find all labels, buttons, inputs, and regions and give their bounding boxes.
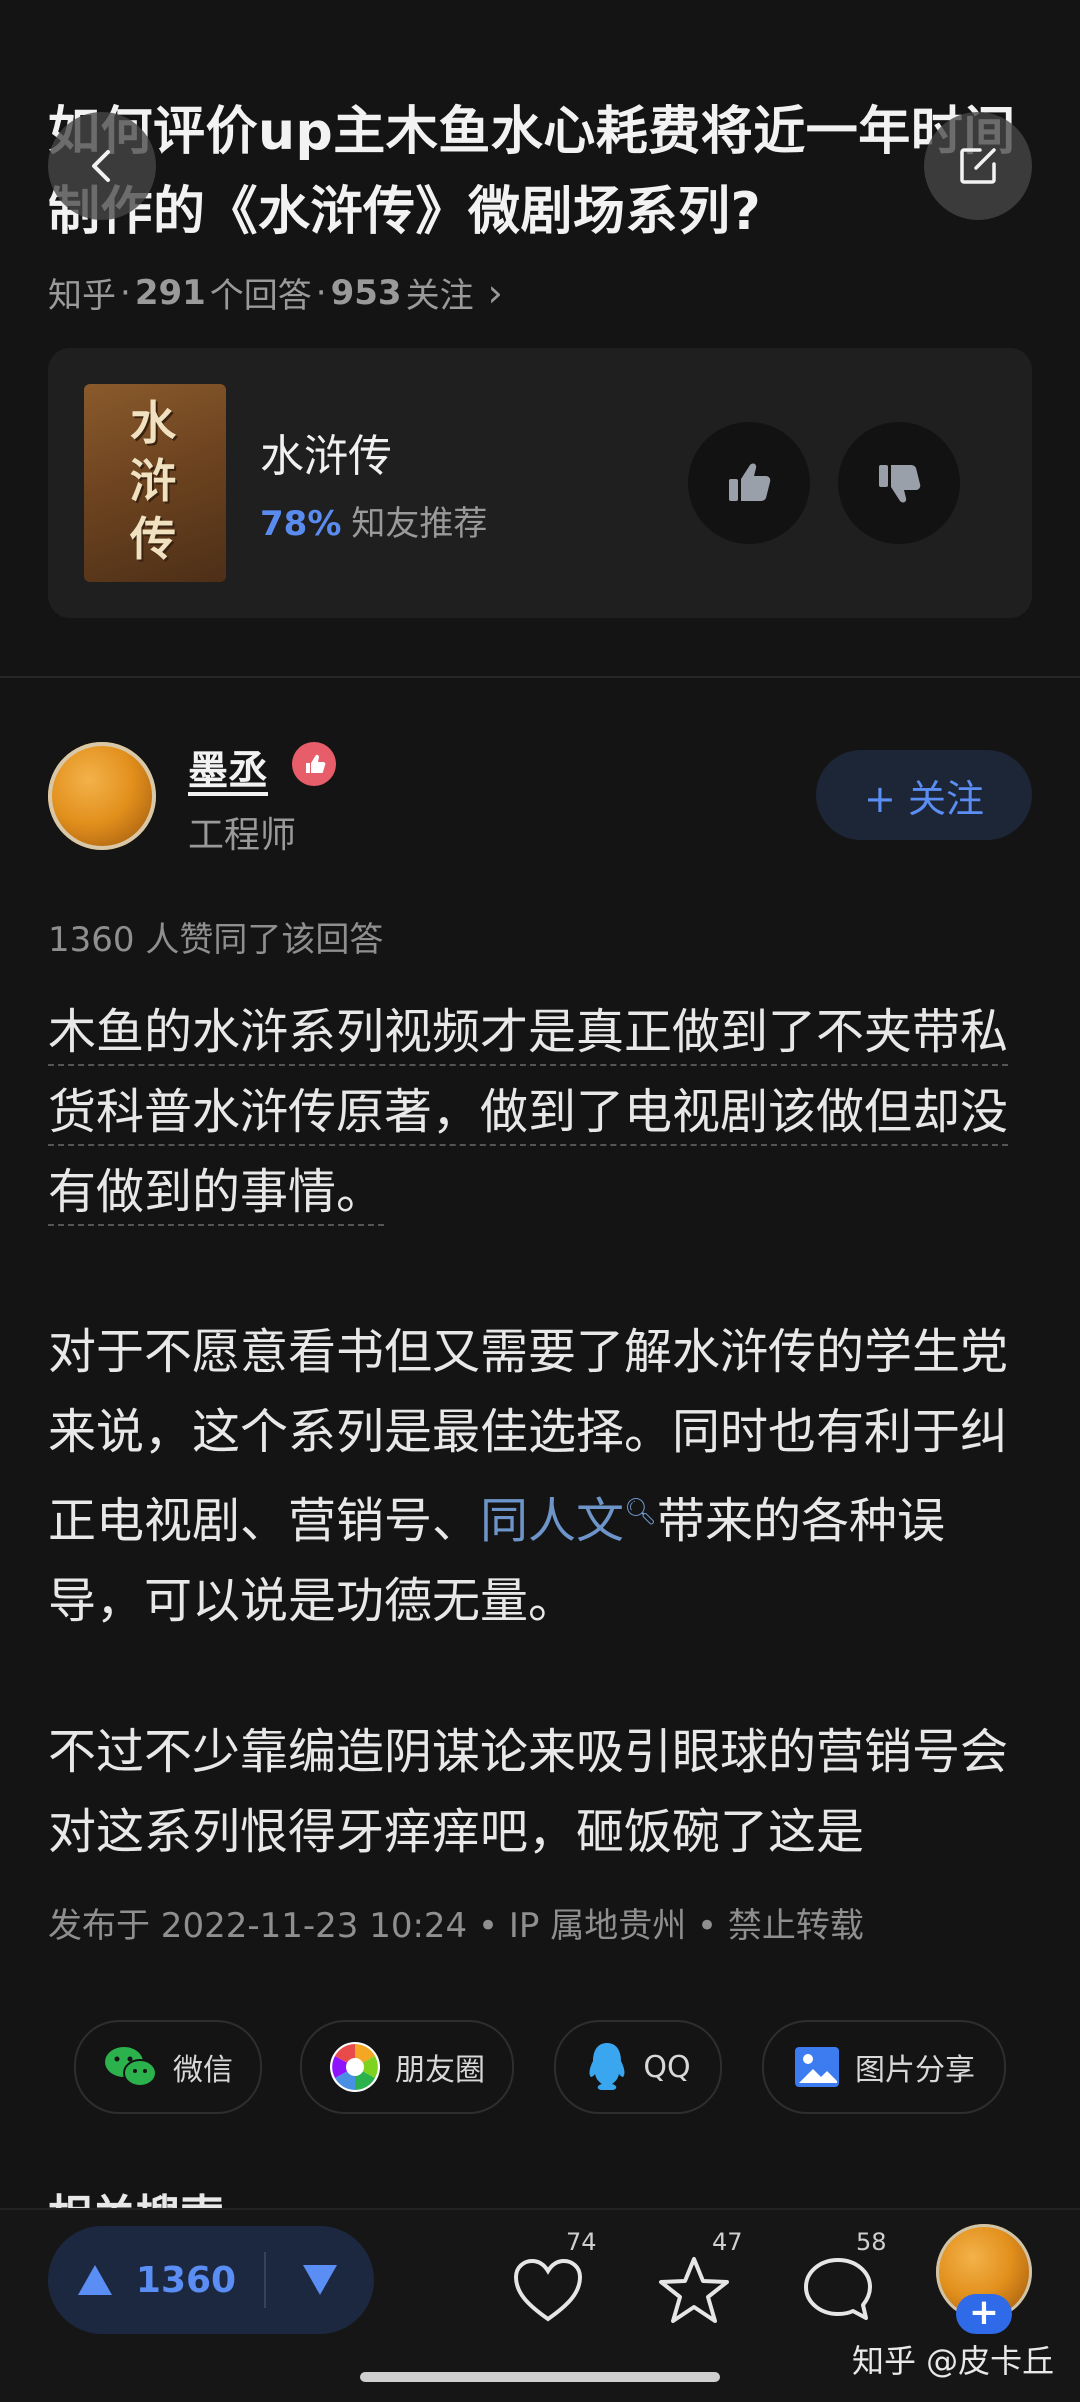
book-dislike-button[interactable]	[838, 422, 960, 544]
favorite-count: 47	[712, 2228, 743, 2256]
section-divider	[0, 676, 1080, 678]
follow-count: 953	[330, 272, 402, 313]
edit-icon	[960, 148, 996, 184]
book-cover-title: 水浒传	[130, 396, 176, 566]
moments-icon	[330, 2042, 380, 2092]
book-card[interactable]: 水浒传 水浒传 78% 知友推荐	[48, 348, 1032, 618]
answer-paragraph-1: 木鱼的水浒系列视频才是真正做到了不夹带私货科普水浒传原著，做到了电视剧该做但却没…	[48, 992, 1032, 1232]
search-link-icon: 🔍︎	[624, 1497, 658, 1527]
share-image-button[interactable]: 图片分享	[762, 2020, 1006, 2114]
recommend-percent: 78%	[260, 504, 342, 544]
question-title: 如何评价up主木鱼水心耗费将近一年时间制作的《水浒传》微剧场系列?	[48, 102, 1016, 242]
recommend-label: 知友推荐	[351, 504, 488, 544]
book-cover: 水浒传	[84, 384, 226, 582]
thumb-up-icon	[729, 463, 771, 501]
author-avatar[interactable]	[48, 742, 156, 850]
comment-count: 58	[856, 2228, 887, 2256]
meta-dot: ·	[120, 272, 131, 313]
wechat-icon	[105, 2047, 157, 2087]
star-icon	[659, 2257, 729, 2323]
chevron-right-icon: ›	[487, 270, 503, 315]
back-button[interactable]	[48, 112, 156, 220]
author-title: 工程师	[188, 815, 297, 856]
share-qq-button[interactable]: QQ	[554, 2020, 722, 2114]
share-moments-button[interactable]: 朋友圈	[300, 2020, 514, 2114]
follow-count-label: 关注	[405, 276, 474, 316]
author-name[interactable]: 墨丞	[188, 738, 268, 796]
downvote-icon	[303, 2265, 337, 2295]
agree-count-line: 1360 人赞同了该回答	[48, 920, 384, 960]
book-like-button[interactable]	[688, 422, 810, 544]
answer-count: 291	[134, 272, 206, 313]
answer-paragraph-2: 对于不愿意看书但又需要了解水浒传的学生党来说，这个系列是最佳选择。同时也有利于纠…	[48, 1312, 1032, 1641]
badge-icon	[292, 742, 336, 786]
search-link[interactable]: 同人文	[480, 1493, 624, 1549]
share-moments-label: 朋友圈	[395, 2053, 485, 2088]
upvote-icon	[77, 2265, 112, 2295]
qq-icon	[589, 2043, 625, 2090]
meta-dot: ·	[315, 272, 327, 313]
thumb-down-icon	[879, 465, 921, 503]
share-image-label: 图片分享	[855, 2053, 975, 2088]
share-qq-label: QQ	[643, 2049, 691, 2085]
upvote-button[interactable]: 1360	[48, 2226, 264, 2334]
heart-icon	[513, 2258, 583, 2322]
share-wechat-button[interactable]: 微信	[74, 2020, 262, 2114]
home-indicator[interactable]	[360, 2372, 720, 2382]
image-share-icon	[795, 2047, 839, 2087]
answer-paragraph-1-text: 木鱼的水浒系列视频才是真正做到了不夹带私货科普水浒传原著，做到了电视剧该做但却没…	[48, 1004, 1009, 1226]
comment-icon	[804, 2258, 872, 2320]
write-answer-button[interactable]	[924, 112, 1032, 220]
downvote-button[interactable]	[266, 2226, 374, 2334]
answer-paragraph-3: 不过不少靠编造阴谋论来吸引眼球的营销号会对这系列恨得牙痒痒吧，砸饭碗了这是	[48, 1724, 1009, 1860]
back-icon	[92, 150, 110, 182]
publish-info: 发布于 2022-11-23 10:24 • IP 属地贵州 • 禁止转载	[48, 1906, 864, 1946]
answer-count-label: 个回答	[209, 276, 312, 316]
upvote-count: 1360	[135, 2259, 237, 2301]
question-source: 知乎	[48, 276, 116, 316]
like-count: 74	[566, 2228, 597, 2256]
follow-button[interactable]: + 关注	[816, 750, 1032, 840]
book-name: 水浒传	[260, 431, 392, 482]
share-wechat-label: 微信	[173, 2053, 233, 2088]
book-recommend: 78% 知友推荐	[260, 496, 487, 545]
vote-pill: 1360	[48, 2226, 374, 2334]
plus-icon[interactable]: +	[956, 2294, 1012, 2334]
watermark: 知乎 @皮卡丘	[852, 2342, 1055, 2380]
question-meta[interactable]: 知乎 · 291 个回答 · 953 关注 ›	[48, 268, 503, 317]
